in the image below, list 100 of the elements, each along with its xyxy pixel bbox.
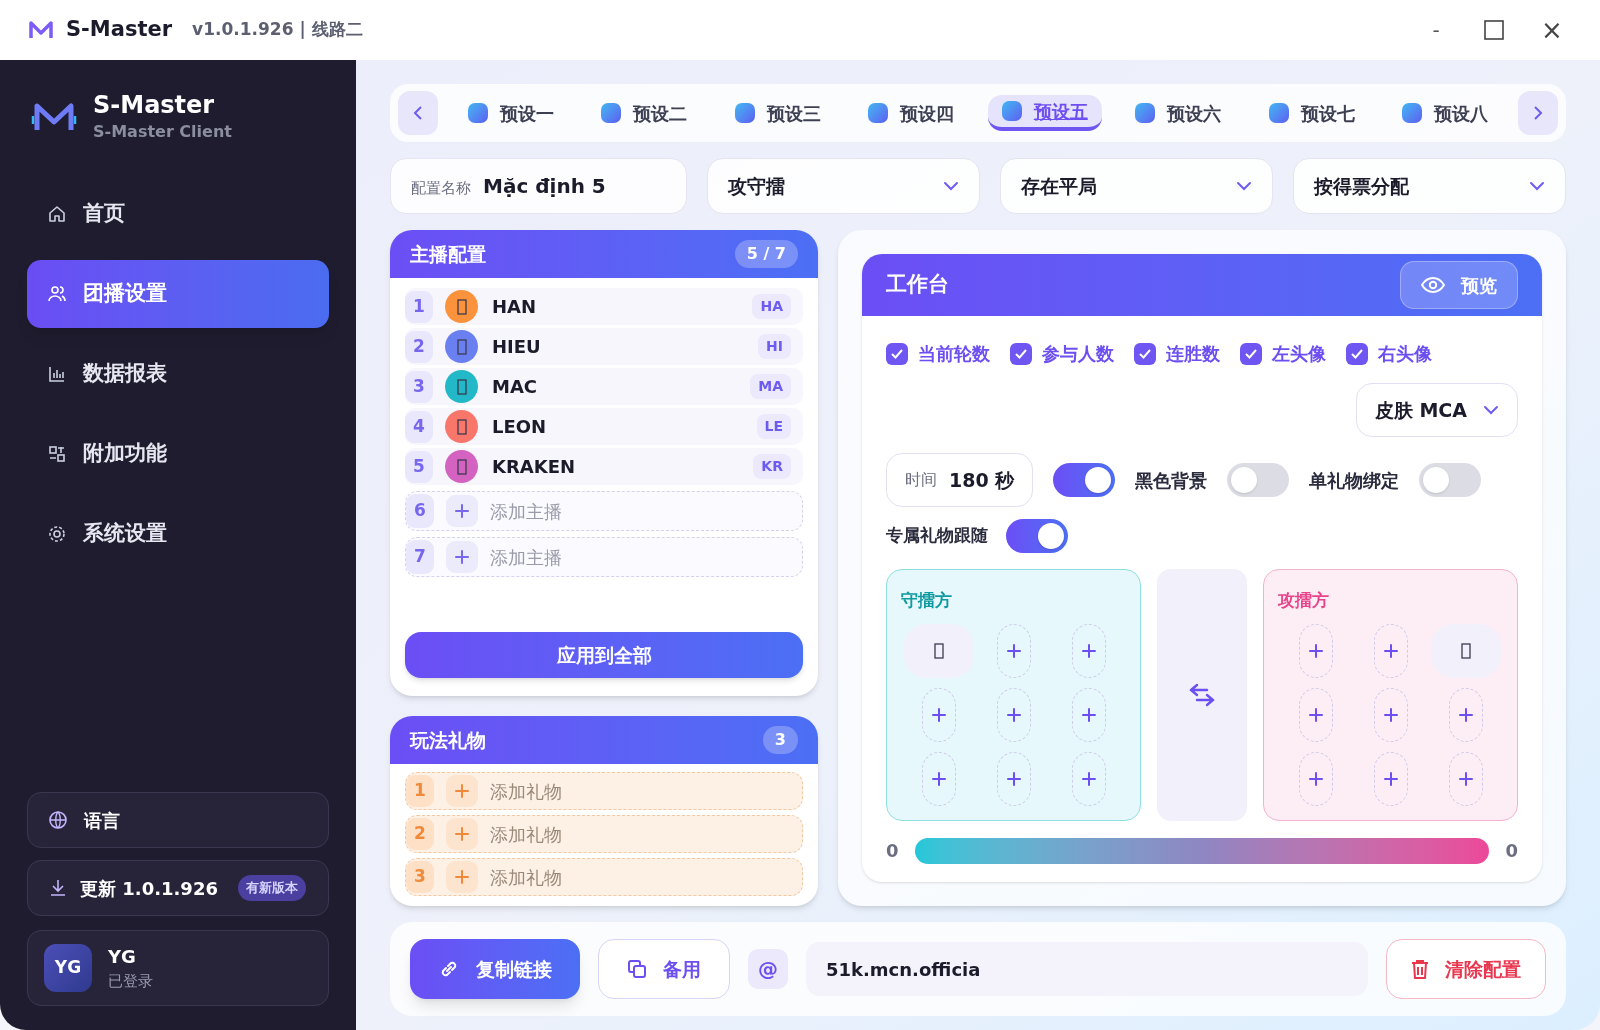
streamer-row[interactable]: 1 HAN HA [405, 288, 803, 325]
nav-item[interactable]: 数据报表 [27, 340, 329, 408]
empty-slot[interactable] [1071, 751, 1106, 806]
streamer-row[interactable]: 2 HIEU HI [405, 328, 803, 365]
empty-slot[interactable] [1448, 687, 1483, 742]
minimize-button[interactable]: - [1416, 10, 1456, 50]
chevron-left-icon [413, 106, 423, 120]
add-streamer-row[interactable]: 7 添加主播 [405, 537, 803, 577]
switch-label: 专属礼物跟随 [886, 524, 988, 548]
switch-label: 单礼物绑定 [1309, 468, 1400, 493]
checkbox[interactable]: 右头像 [1346, 340, 1432, 367]
preset-tab[interactable]: 预设一 [453, 95, 568, 131]
empty-slot[interactable] [1448, 751, 1483, 806]
preset-tab[interactable]: 预设三 [720, 95, 835, 131]
row-number: 2 [406, 818, 434, 850]
streamer-name: LEON [492, 415, 548, 439]
card-title: 主播配置 [410, 241, 486, 267]
empty-slot[interactable] [1298, 687, 1333, 742]
close-button[interactable]: × [1532, 10, 1572, 50]
preset-tab[interactable]: 预设六 [1121, 95, 1236, 131]
streamer-row[interactable]: 5 KRAKEN KR [405, 448, 803, 485]
toggle-switch[interactable] [1227, 463, 1290, 497]
empty-slot[interactable] [1071, 623, 1106, 678]
placeholder-icon [456, 458, 467, 475]
placeholder-icon [456, 338, 467, 355]
check-icon [891, 348, 903, 359]
empty-slot[interactable] [1298, 751, 1333, 806]
new-version-badge: 有新版本 [237, 875, 306, 901]
config-name-field[interactable]: 配置名称 Mặc định 5 [390, 158, 687, 214]
nav-item[interactable]: 首页 [27, 180, 329, 248]
backup-button[interactable]: 备用 [598, 939, 730, 999]
preset-tab[interactable]: 预设二 [587, 95, 702, 131]
streamer-row[interactable]: 4 LEON LE [405, 408, 803, 445]
empty-slot[interactable] [1071, 687, 1106, 742]
clear-config-button[interactable]: 清除配置 [1386, 939, 1546, 999]
toggle-switch[interactable] [1419, 463, 1482, 497]
checkbox[interactable]: 参与人数 [1010, 340, 1114, 367]
plus-icon [454, 783, 470, 799]
empty-slot[interactable] [1298, 623, 1333, 678]
occupied-slot[interactable] [1430, 623, 1501, 678]
preset-tab[interactable]: 预设七 [1254, 95, 1369, 131]
checkbox-box[interactable] [1346, 342, 1368, 365]
trash-icon [1411, 959, 1429, 979]
checkbox-box[interactable] [1010, 342, 1032, 365]
nav-item[interactable]: 团播设置 [27, 260, 329, 328]
toggle-switch[interactable] [1006, 519, 1068, 553]
version-text: v1.0.1.926 | 线路二 [192, 18, 363, 42]
checkbox[interactable]: 当前轮数 [886, 340, 990, 367]
plus-icon [1005, 706, 1022, 723]
empty-slot[interactable] [1373, 623, 1408, 678]
plus-icon [1307, 642, 1324, 659]
plus-icon [1005, 642, 1022, 659]
card-title: 玩法礼物 [410, 727, 486, 753]
occupied-slot[interactable] [903, 623, 974, 678]
dropdown[interactable]: 存在平局 [1000, 158, 1273, 214]
plus-icon [930, 770, 947, 787]
copy-icon [627, 959, 647, 979]
team-title: 攻擂方 [1278, 589, 1330, 612]
empty-slot[interactable] [921, 751, 956, 806]
plus-icon [930, 706, 947, 723]
plus-icon [1382, 642, 1399, 659]
maximize-icon[interactable] [1484, 20, 1504, 40]
nav-item[interactable]: 附加功能 [27, 420, 329, 488]
update-panel[interactable]: 更新 1.0.1.926 有新版本 [27, 860, 329, 916]
streamer-name: HIEU [492, 335, 542, 359]
preset-tab[interactable]: 预设八 [1388, 95, 1503, 131]
switch-label: 黑色背景 [1135, 468, 1208, 493]
dropdown[interactable]: 攻守擂 [707, 158, 980, 214]
preset-tab[interactable]: 预设五 [987, 95, 1102, 131]
dropdown[interactable]: 按得票分配 [1293, 158, 1566, 214]
skin-dropdown[interactable]: 皮肤 MCA [1355, 383, 1518, 437]
checkbox-box[interactable] [886, 342, 908, 365]
brand-name: S-Master [93, 90, 216, 120]
streamer-row[interactable]: 3 MAC MA [405, 368, 803, 405]
add-streamer-row[interactable]: 6 添加主播 [405, 491, 803, 531]
score-right: 0 [1505, 839, 1518, 863]
language-button[interactable]: 语言 [27, 792, 329, 848]
check-icon [1245, 348, 1257, 359]
empty-slot[interactable] [1373, 687, 1408, 742]
checkbox[interactable]: 左头像 [1240, 340, 1326, 367]
checkbox-box[interactable] [1240, 342, 1262, 365]
apply-all-button[interactable]: 应用到全部 [405, 632, 803, 678]
empty-slot[interactable] [921, 687, 956, 742]
copy-link-button[interactable]: 复制链接 [410, 939, 580, 999]
checkbox[interactable]: 连胜数 [1134, 340, 1220, 367]
plus-icon [1080, 770, 1097, 787]
streamer-name: MAC [492, 375, 539, 399]
gear-icon [47, 524, 67, 544]
toggle-switch[interactable] [1053, 463, 1116, 497]
row-number: 4 [405, 410, 433, 443]
preset-tab[interactable]: 预设四 [854, 95, 969, 131]
empty-slot[interactable] [1373, 751, 1408, 806]
checkbox-box[interactable] [1134, 342, 1156, 365]
user-name: YG [108, 945, 137, 970]
login-status: 已登录 [108, 971, 153, 993]
nav-item[interactable]: 系统设置 [27, 500, 329, 568]
link-field[interactable]: 51k.mcn.officia [806, 942, 1368, 996]
time-field[interactable]: 时间 180 秒 [886, 453, 1034, 507]
logo-icon [28, 20, 54, 40]
bar-chart-icon [47, 364, 67, 384]
